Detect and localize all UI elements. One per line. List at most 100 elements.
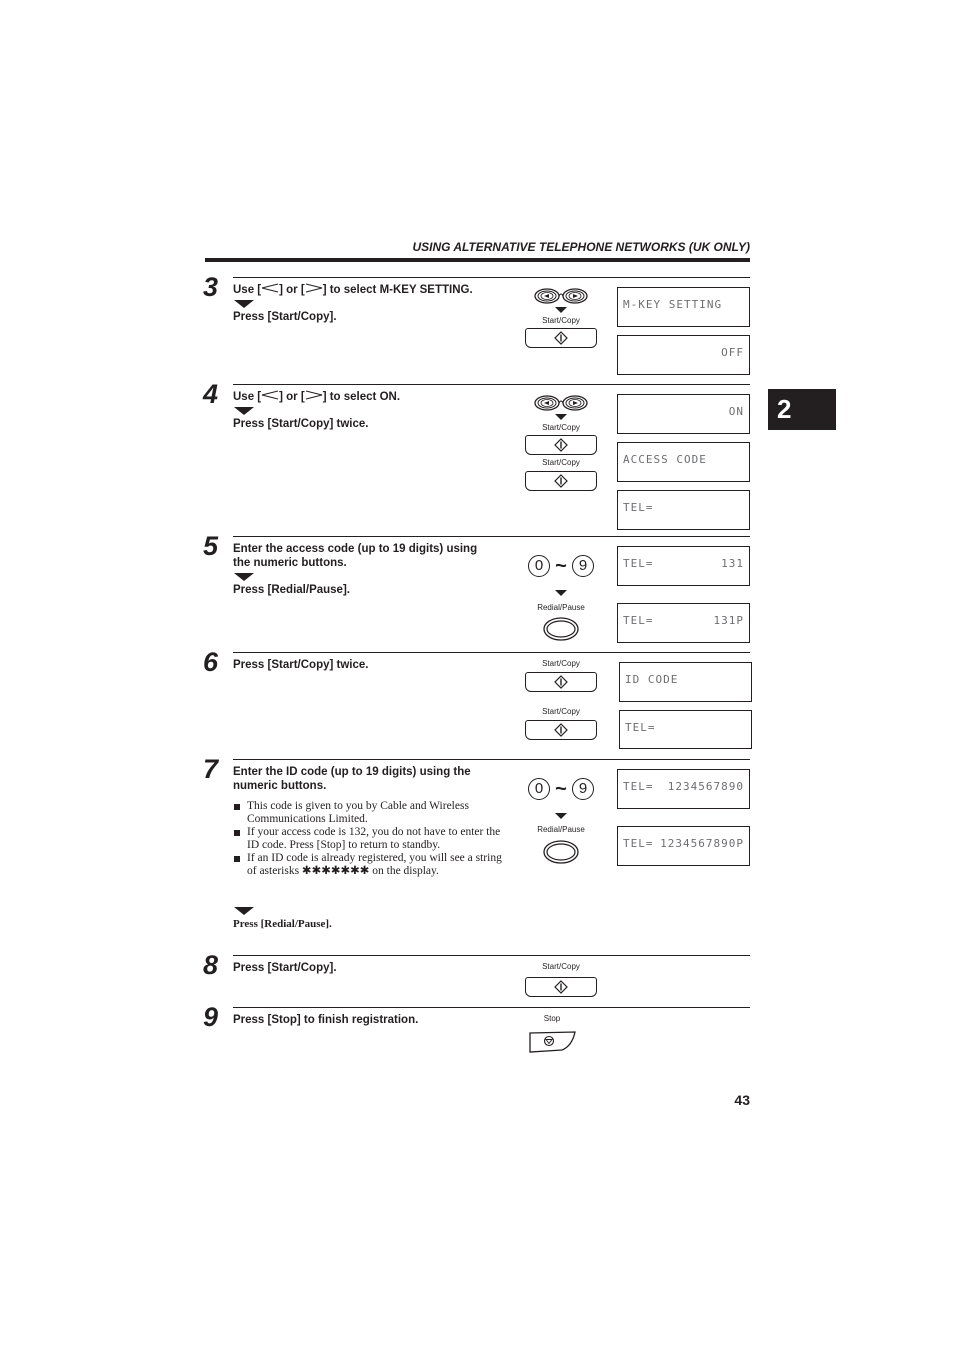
step-divider (233, 759, 750, 760)
lcd-text: 131 (721, 557, 744, 570)
note-item: If an ID code is already registered, you… (233, 852, 513, 878)
redial-pause-label: Redial/Pause (537, 825, 585, 834)
lcd-text: ID CODE (625, 673, 679, 686)
lcd-display: TEL= 131P (617, 603, 750, 643)
arrow-keys-icon[interactable] (533, 395, 589, 416)
lcd-display: OFF (617, 335, 750, 375)
lcd-text: 1234567890P (660, 837, 744, 850)
stop-button[interactable] (528, 1030, 578, 1059)
lcd-text: 1234567890 (667, 780, 744, 793)
step-divider (233, 1007, 750, 1008)
step-instruction: Enter the ID code (up to 19 digits) usin… (233, 766, 471, 778)
start-copy-button[interactable] (525, 471, 597, 491)
step-number: 9 (203, 1002, 219, 1032)
numeric-keys-icon[interactable]: 0 ~ 9 (528, 777, 598, 801)
next-arrow-icon (234, 573, 254, 581)
step-divider (233, 384, 750, 385)
down-arrow-icon (555, 414, 567, 420)
lcd-text: TEL= (623, 501, 654, 514)
lcd-text: TEL= (625, 721, 656, 734)
redial-pause-button[interactable] (543, 840, 579, 869)
start-copy-button[interactable] (525, 977, 597, 997)
start-copy-button[interactable] (525, 328, 597, 348)
start-copy-label: Start/Copy (542, 659, 580, 668)
step-instruction: Press [Start/Copy]. (233, 311, 337, 323)
start-icon (554, 438, 568, 452)
right-arrow-key-icon (305, 283, 323, 296)
lcd-text: TEL= (623, 837, 654, 850)
step-instruction: Press [Stop] to finish registration. (233, 1014, 419, 1026)
note-item: This code is given to you by Cable and W… (233, 800, 513, 826)
step-number: 7 (203, 754, 219, 784)
step-divider (233, 652, 750, 653)
digit-0-key[interactable]: 0 (528, 778, 550, 800)
lcd-text: OFF (721, 346, 744, 359)
lcd-display: TEL= 1234567890 (617, 769, 750, 809)
header-rule (205, 258, 750, 262)
redial-pause-button[interactable] (543, 617, 579, 646)
next-arrow-icon (234, 300, 254, 308)
tilde: ~ (555, 778, 567, 800)
step-number: 8 (203, 950, 219, 980)
step-number: 5 (203, 531, 219, 561)
step-instruction: Press [Start/Copy] twice. (233, 659, 369, 671)
start-copy-button[interactable] (525, 672, 597, 692)
step-divider (233, 955, 750, 956)
text: Use [ (233, 284, 262, 296)
start-copy-button[interactable] (525, 435, 597, 455)
step-instruction: Enter the access code (up to 19 digits) … (233, 543, 478, 555)
redial-pause-label: Redial/Pause (537, 603, 585, 612)
lcd-text: ON (728, 405, 744, 418)
text: ] to select ON. (322, 391, 401, 403)
note-item: If your access code is 132, you do not h… (233, 826, 513, 852)
lcd-text: TEL= (623, 780, 654, 793)
digit-9-key[interactable]: 9 (572, 555, 594, 577)
lcd-display: TEL= 1234567890P (617, 826, 750, 866)
arrow-keys-icon[interactable] (533, 288, 589, 309)
start-icon (554, 675, 568, 689)
step-divider (233, 536, 750, 537)
lcd-display: M-KEY SETTING (617, 287, 750, 327)
running-header: USING ALTERNATIVE TELEPHONE NETWORKS (UK… (412, 240, 750, 254)
start-copy-label: Start/Copy (542, 458, 580, 467)
numeric-keys-icon[interactable]: 0 ~ 9 (528, 554, 598, 578)
next-arrow-icon (234, 907, 254, 915)
text: ] or [ (279, 284, 305, 296)
down-arrow-icon (555, 307, 567, 313)
digit-0-key[interactable]: 0 (528, 555, 550, 577)
chapter-tab: 2 (768, 389, 836, 430)
start-copy-label: Start/Copy (542, 962, 580, 971)
step-instruction: Use [] or [] to select ON. (233, 390, 400, 404)
notes-list: This code is given to you by Cable and W… (233, 800, 513, 878)
step-instruction: Press [Redial/Pause]. (233, 584, 350, 596)
down-arrow-icon (555, 590, 567, 596)
lcd-display: TEL= (619, 710, 752, 749)
start-copy-button[interactable] (525, 720, 597, 740)
page-number: 43 (734, 1092, 750, 1108)
step-instruction: the numeric buttons. (233, 557, 347, 569)
lcd-text: ACCESS CODE (623, 453, 707, 466)
step-instruction: numeric buttons. (233, 780, 327, 792)
lcd-display: ID CODE (619, 662, 752, 702)
start-icon (554, 980, 568, 994)
start-copy-label: Start/Copy (542, 423, 580, 432)
step-instruction: Press [Start/Copy] twice. (233, 418, 369, 430)
next-arrow-icon (234, 407, 254, 415)
lcd-text: 131P (713, 614, 744, 627)
start-copy-label: Start/Copy (542, 316, 580, 325)
lcd-display: TEL= (617, 490, 750, 530)
start-icon (554, 474, 568, 488)
step-number: 4 (203, 379, 219, 409)
step-number: 6 (203, 647, 219, 677)
step-instruction: Press [Redial/Pause]. (233, 918, 332, 930)
right-arrow-key-icon (305, 390, 323, 403)
text: ] or [ (279, 391, 305, 403)
text: ] to select M-KEY SETTING. (322, 284, 473, 296)
step-instruction: Press [Start/Copy]. (233, 962, 337, 974)
start-icon (554, 723, 568, 737)
lcd-text: TEL= (623, 614, 654, 627)
step-divider (233, 277, 750, 278)
lcd-display: TEL= 131 (617, 546, 750, 586)
digit-9-key[interactable]: 9 (572, 778, 594, 800)
left-arrow-key-icon (261, 283, 279, 296)
